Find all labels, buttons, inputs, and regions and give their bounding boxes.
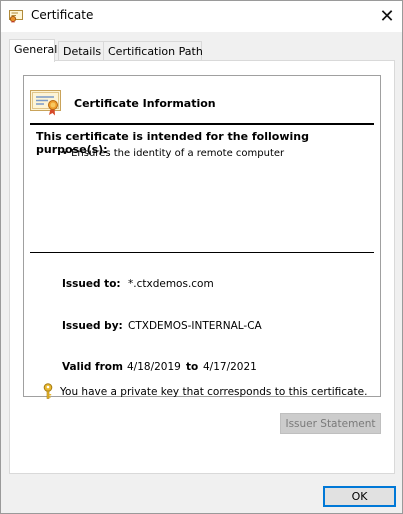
private-key-notice: You have a private key that corresponds … [60,386,368,398]
separator [30,252,374,253]
issuer-statement-button[interactable]: Issuer Statement [280,413,381,434]
valid-to-label: to [186,361,199,373]
general-panel: Certificate Information This certificate… [9,60,395,474]
certificate-dialog: Certificate ✕ General Details Certificat… [0,0,403,514]
issued-to-value[interactable]: *.ctxdemos.com [128,278,214,290]
close-icon[interactable]: ✕ [372,1,402,32]
separator [30,123,374,125]
valid-from-label: Valid from [62,361,123,373]
valid-from-value[interactable]: 4/18/2019 [127,361,181,373]
title-bar[interactable]: Certificate ✕ [1,1,402,32]
ok-button[interactable]: OK [323,486,396,507]
valid-to-value[interactable]: 4/17/2021 [203,361,257,373]
tab-details[interactable]: Details [58,41,104,61]
certificate-info-title: Certificate Information [74,97,216,110]
key-icon [42,383,54,399]
issued-by-label: Issued by: [62,320,123,332]
tab-general[interactable]: General [9,39,57,62]
purpose-item: • Ensures the identity of a remote compu… [62,148,285,159]
certificate-icon [9,10,23,23]
certificate-icon [30,88,62,116]
issued-to-label: Issued to: [62,278,121,290]
issued-by-value[interactable]: CTXDEMOS-INTERNAL-CA [128,320,262,332]
certificate-info-box: Certificate Information This certificate… [23,75,381,399]
tab-certification-path[interactable]: Certification Path [103,41,203,61]
window-title: Certificate [31,8,94,22]
